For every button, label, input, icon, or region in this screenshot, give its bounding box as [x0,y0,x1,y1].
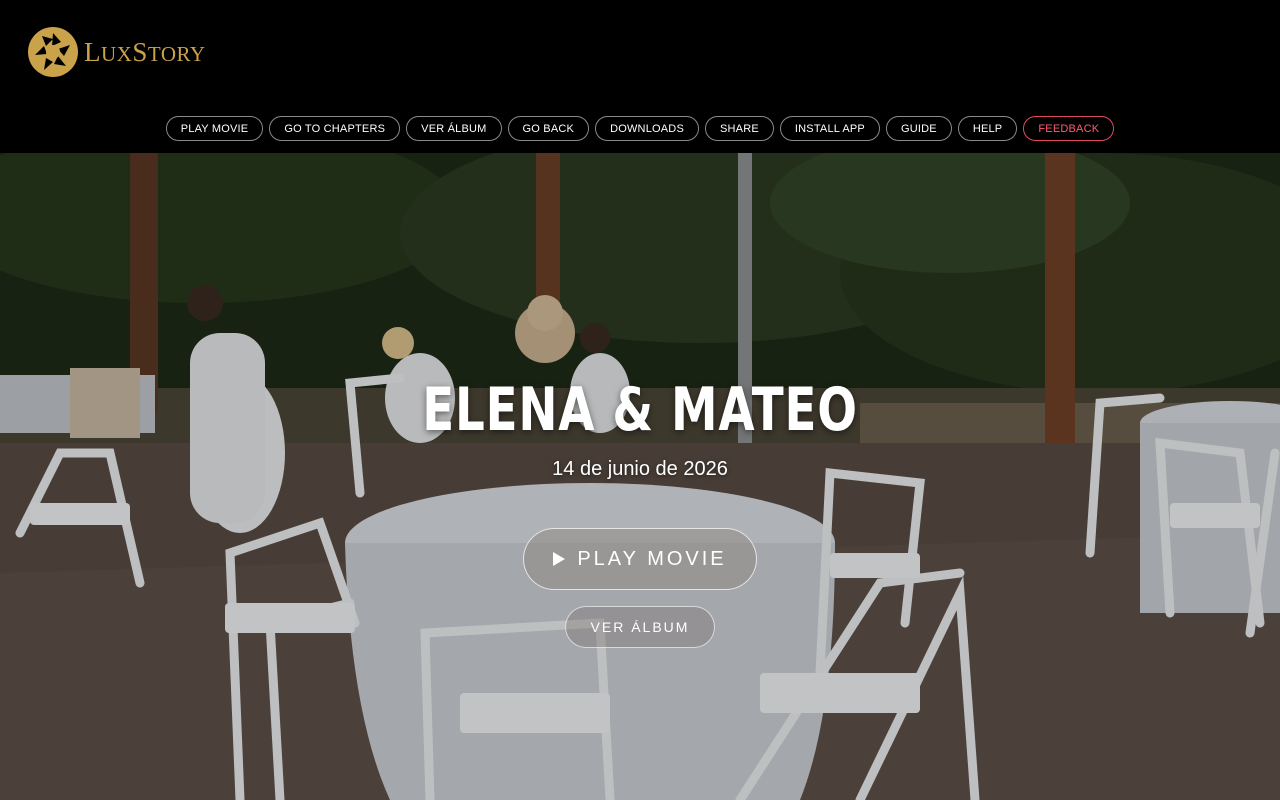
nav-chapters-button[interactable]: GO TO CHAPTERS [269,116,401,141]
nav-share-button[interactable]: SHARE [704,116,774,141]
play-movie-button[interactable]: PLAY MOVIE [523,528,757,590]
nav-help-button[interactable]: HELP [957,116,1018,141]
nav-album-button[interactable]: VER ÁLBUM [406,116,502,141]
nav-go-back-button[interactable]: GO BACK [507,116,590,141]
nav-feedback-button[interactable]: FEEDBACK [1023,116,1115,141]
play-icon [553,552,566,566]
play-movie-label: PLAY MOVIE [577,547,727,570]
aperture-logo-icon [28,27,78,77]
site-header: LUXSTORY PLAY MOVIE GO TO CHAPTERS VER Á… [0,0,1280,153]
nav-install-app-button[interactable]: INSTALL APP [779,116,880,141]
nav-downloads-button[interactable]: DOWNLOADS [595,116,699,141]
view-album-button[interactable]: VER ÁLBUM [565,606,715,648]
couple-title: ELENA & MATEO [422,375,858,445]
nav-play-movie-button[interactable]: PLAY MOVIE [165,116,264,141]
top-navigation: PLAY MOVIE GO TO CHAPTERS VER ÁLBUM GO B… [0,116,1280,141]
brand-logo[interactable]: LUXSTORY [28,27,206,77]
brand-name: LUXSTORY [84,36,206,67]
hero-banner: ELENA & MATEO 14 de junio de 2026 PLAY M… [0,153,1280,800]
nav-guide-button[interactable]: GUIDE [885,116,952,141]
event-date: 14 de junio de 2026 [552,458,728,480]
